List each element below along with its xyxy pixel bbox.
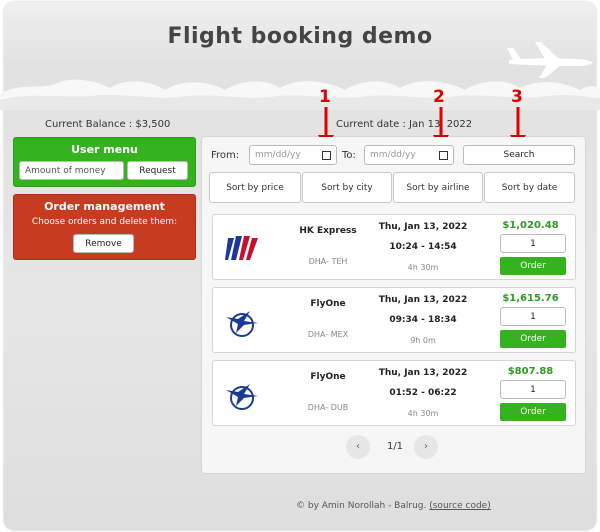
- airline-name: HK Express: [299, 226, 357, 236]
- flight-route: DHA- MEX: [307, 330, 349, 339]
- order-management-title: Order management: [44, 200, 165, 213]
- flight-route: DHA- DUB: [307, 403, 349, 412]
- next-page-button[interactable]: ›: [414, 435, 438, 459]
- sort-by-price-button[interactable]: Sort by price: [209, 172, 301, 203]
- quantity-input[interactable]: 1: [500, 234, 566, 253]
- current-balance: Current Balance : $3,500: [45, 119, 171, 130]
- footer: © by Amin Norollah - Balrug. (source cod…: [296, 501, 491, 511]
- current-date: Current date : Jan 13, 2022: [336, 119, 473, 130]
- flight-time: 09:34 - 18:34: [389, 315, 457, 325]
- flight-card: FlyOne DHA- DUB Thu, Jan 13, 2022 01:52 …: [212, 360, 576, 426]
- amount-input[interactable]: Amount of money: [19, 161, 124, 180]
- bird-globe-logo-icon: [226, 384, 258, 410]
- flight-duration: 4h 30m: [407, 263, 439, 272]
- flight-duration: 9h 0m: [410, 336, 436, 345]
- from-label: From:: [211, 150, 240, 161]
- user-menu-title: User menu: [71, 143, 138, 156]
- airline-name: FlyOne: [310, 299, 346, 309]
- annotation-marker-3: 3: [511, 87, 523, 107]
- flight-duration: 4h 30m: [407, 409, 439, 418]
- flight-price: $1,020.48: [502, 220, 559, 231]
- request-button[interactable]: Request: [127, 161, 188, 180]
- sort-by-airline-button[interactable]: Sort by airline: [393, 172, 483, 203]
- from-date-placeholder: mm/dd/yy: [255, 150, 301, 160]
- sort-by-date-button[interactable]: Sort by date: [484, 172, 575, 203]
- search-button[interactable]: Search: [463, 145, 575, 165]
- to-date-input[interactable]: mm/dd/yy: [364, 145, 454, 165]
- from-date-input[interactable]: mm/dd/yy: [249, 145, 337, 165]
- flight-price: $807.88: [507, 366, 554, 377]
- flight-route: DHA- TEH: [308, 257, 348, 266]
- to-label: To:: [342, 150, 356, 161]
- flight-card: FlyOne DHA- MEX Thu, Jan 13, 2022 09:34 …: [212, 287, 576, 353]
- bird-globe-logo-icon: [226, 311, 258, 337]
- flight-price: $1,615.76: [502, 293, 559, 304]
- flight-time: 10:24 - 14:54: [389, 242, 457, 252]
- flight-date: Thu, Jan 13, 2022: [378, 295, 468, 305]
- source-code-link[interactable]: (source code): [429, 501, 490, 511]
- order-button[interactable]: Order: [500, 330, 566, 348]
- calendar-icon[interactable]: [322, 151, 331, 160]
- order-button[interactable]: Order: [500, 403, 566, 421]
- order-management-description: Choose orders and delete them:: [31, 217, 178, 227]
- prev-page-button[interactable]: ‹: [346, 435, 370, 459]
- united-tulip-logo-icon: [225, 236, 258, 260]
- calendar-icon[interactable]: [439, 151, 448, 160]
- annotation-marker-2: 2: [433, 87, 445, 107]
- sort-by-city-button[interactable]: Sort by city: [302, 172, 392, 203]
- flight-date: Thu, Jan 13, 2022: [378, 222, 468, 232]
- annotation-marker-1: 1: [319, 87, 331, 107]
- flight-card: HK Express DHA- TEH Thu, Jan 13, 2022 10…: [212, 214, 576, 280]
- page-indicator: 1/1: [386, 441, 404, 452]
- quantity-input[interactable]: 1: [500, 380, 566, 399]
- flight-time: 01:52 - 06:22: [389, 388, 457, 398]
- footer-credit: © by Amin Norollah - Balrug.: [296, 501, 427, 511]
- airline-name: FlyOne: [310, 372, 346, 382]
- airplane-icon: [507, 42, 593, 78]
- order-button[interactable]: Order: [500, 257, 566, 275]
- quantity-input[interactable]: 1: [500, 307, 566, 326]
- remove-button[interactable]: Remove: [73, 234, 134, 253]
- to-date-placeholder: mm/dd/yy: [370, 150, 416, 160]
- flight-date: Thu, Jan 13, 2022: [378, 368, 468, 378]
